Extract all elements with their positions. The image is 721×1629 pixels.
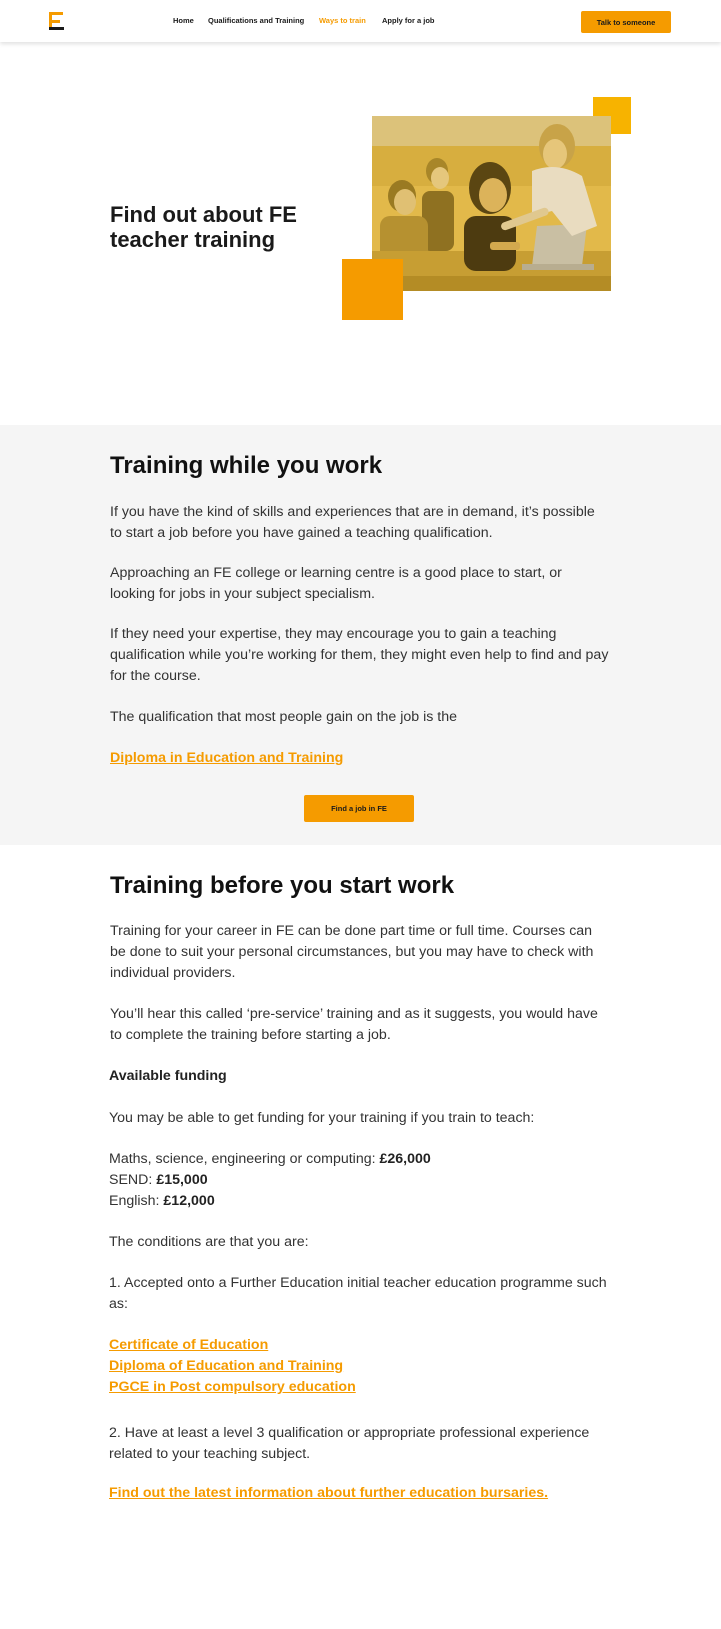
talk-to-someone-button[interactable]: Talk to someone [581,11,671,33]
condition-1: 1. Accepted onto a Further Education ini… [109,1275,607,1312]
funding-item: English: £12,000 [109,1193,215,1209]
hero-image [372,116,611,291]
nav-link-qualifications[interactable]: Qualifications and Training [208,16,304,25]
nav-link-ways-to-train[interactable]: Ways to train [319,16,366,25]
work-paragraph-1: If you have the kind of skills and exper… [110,504,595,541]
classroom-photo-illustration [372,116,611,291]
work-paragraph-4: The qualification that most people gain … [110,709,458,725]
funding-intro: You may be able to get funding for your … [109,1110,535,1126]
course-link-diploma[interactable]: Diploma of Education and Training [109,1358,343,1374]
section-heading-work: Training while you work [110,452,383,479]
course-link-certificate[interactable]: Certificate of Education [109,1337,268,1353]
funding-heading: Available funding [109,1068,227,1084]
funding-amount: £12,000 [163,1193,215,1209]
find-job-button[interactable]: Find a job in FE [304,795,414,822]
top-nav: Home Qualifications and Training Ways to… [0,0,721,42]
logo-icon[interactable] [49,12,65,32]
diploma-link[interactable]: Diploma in Education and Training [110,750,343,766]
work-paragraph-2: Approaching an FE college or learning ce… [110,565,562,602]
section-heading-before: Training before you start work [110,872,455,899]
funding-amount: £26,000 [379,1151,431,1167]
before-paragraph-2: You’ll hear this called ‘pre-service’ tr… [110,1006,598,1043]
funding-item: SEND: £15,000 [109,1172,208,1188]
bursary-link[interactable]: Find out the latest information about fu… [109,1485,548,1501]
funding-amount: £15,000 [156,1172,208,1188]
course-link-pgce[interactable]: PGCE in Post compulsory education [109,1379,356,1395]
funding-item: Maths, science, engineering or computing… [109,1151,431,1167]
work-paragraph-3: If they need your expertise, they may en… [110,626,609,684]
nav-link-apply[interactable]: Apply for a job [382,16,435,25]
before-paragraph-1: Training for your career in FE can be do… [110,923,594,981]
hero-title: Find out about FE teacher training [110,202,297,252]
condition-2: 2. Have at least a level 3 qualification… [109,1425,590,1462]
conditions-intro: The conditions are that you are: [109,1234,309,1250]
nav-link-home[interactable]: Home [173,16,194,25]
decorative-square-bottom [342,259,403,320]
